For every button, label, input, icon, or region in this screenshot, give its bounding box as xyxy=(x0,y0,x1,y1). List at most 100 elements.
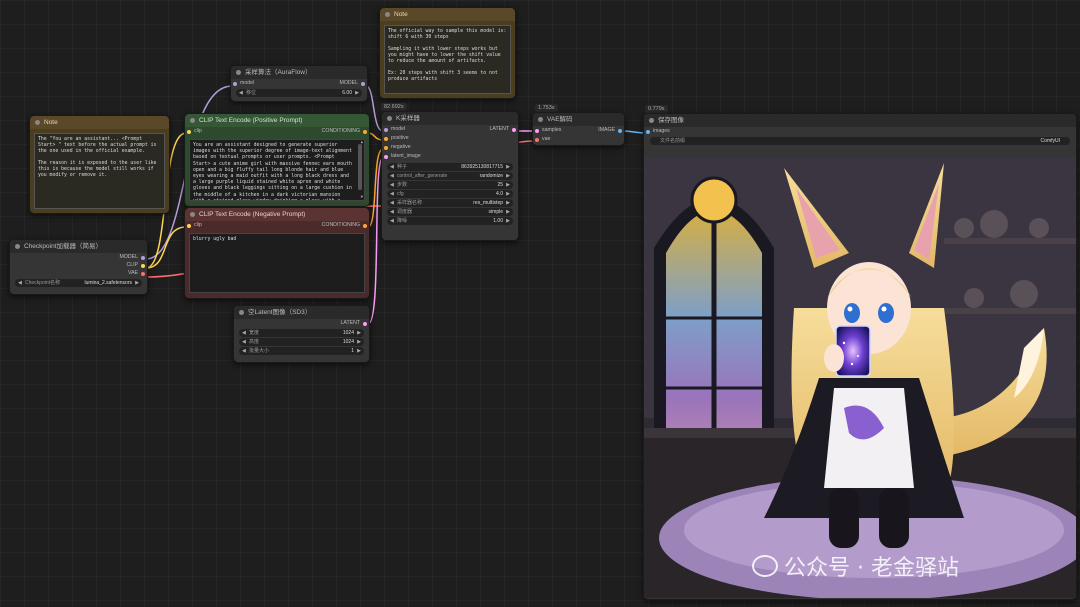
scheduler-widget[interactable]: ◀ 调度器 simple ▶ xyxy=(387,208,513,216)
note-text[interactable]: The "You are an assistant... <Prompt Sta… xyxy=(34,133,165,209)
denoise-widget[interactable]: ◀ 降噪 1.00 ▶ xyxy=(387,217,513,225)
output-dot[interactable] xyxy=(618,128,622,133)
left-arrow-icon[interactable]: ◀ xyxy=(390,163,394,171)
output-dot[interactable] xyxy=(512,127,516,132)
right-arrow-icon[interactable]: ▶ xyxy=(506,208,510,216)
note-node-1[interactable]: Note The "You are an assistant... <Promp… xyxy=(29,115,170,214)
input-vae[interactable]: vae xyxy=(533,135,624,144)
output-dot[interactable] xyxy=(363,321,367,326)
checkpoint-loader-node[interactable]: Checkpoint加载器（简易） MODEL CLIP VAE ◀ Check… xyxy=(9,239,148,295)
input-dot[interactable] xyxy=(384,127,388,132)
input-dot[interactable] xyxy=(535,137,539,142)
input-dot[interactable] xyxy=(384,136,388,141)
node-title[interactable]: 采样算法（AuraFlow） xyxy=(231,66,367,79)
io-clip[interactable]: clip CONDITIONING xyxy=(185,221,369,230)
right-arrow-icon[interactable]: ▶ xyxy=(506,190,510,198)
node-title[interactable]: K采样器 xyxy=(382,112,518,125)
right-arrow-icon[interactable]: ▶ xyxy=(506,199,510,207)
filename-prefix-field[interactable]: 文件名前缀 ComfyUI xyxy=(650,137,1070,145)
vae-decode-node[interactable]: VAE解码 samples IMAGE vae xyxy=(532,112,625,146)
left-arrow-icon[interactable]: ◀ xyxy=(242,347,246,355)
right-arrow-icon[interactable]: ▶ xyxy=(357,347,361,355)
left-arrow-icon[interactable]: ◀ xyxy=(242,329,246,337)
negative-prompt-textarea[interactable]: blurry ugly bad xyxy=(189,233,365,293)
left-arrow-icon[interactable]: ◀ xyxy=(390,172,394,180)
node-title[interactable]: 保存图像 xyxy=(644,114,1076,127)
checkpoint-name-combo[interactable]: ◀ Checkpoint名称 lumina_2.safetensors ▶ xyxy=(15,279,142,287)
io-model[interactable]: model MODEL xyxy=(231,79,367,88)
output-latent[interactable]: LATENT xyxy=(234,319,369,328)
output-dot[interactable] xyxy=(141,271,145,276)
right-arrow-icon[interactable]: ▶ xyxy=(135,279,139,287)
input-dot[interactable] xyxy=(535,128,539,133)
node-title[interactable]: VAE解码 xyxy=(533,113,624,126)
scroll-up-icon[interactable]: ▲ xyxy=(361,140,363,145)
input-dot[interactable] xyxy=(187,129,191,134)
width-widget[interactable]: ◀ 宽度 1024 ▶ xyxy=(239,329,364,337)
left-arrow-icon[interactable]: ◀ xyxy=(390,208,394,216)
input-latent-image[interactable]: latent_image xyxy=(382,152,518,161)
left-arrow-icon[interactable]: ◀ xyxy=(390,181,394,189)
output-dot[interactable] xyxy=(363,129,367,134)
left-arrow-icon[interactable]: ◀ xyxy=(390,190,394,198)
io-samples[interactable]: samples IMAGE xyxy=(533,126,624,135)
right-arrow-icon[interactable]: ▶ xyxy=(357,338,361,346)
height-widget[interactable]: ◀ 高度 1024 ▶ xyxy=(239,338,364,346)
output-label: CONDITIONING xyxy=(321,128,360,134)
input-label: negative xyxy=(391,144,411,150)
widget-value: 25 xyxy=(497,182,503,188)
wire-clip-neg xyxy=(145,226,187,269)
left-arrow-icon[interactable]: ◀ xyxy=(18,279,22,287)
steps-widget[interactable]: ◀ 步数 25 ▶ xyxy=(387,181,513,189)
sampling-auraflow-node[interactable]: 采样算法（AuraFlow） model MODEL ◀ 移位 6.00 ▶ xyxy=(230,65,368,102)
right-arrow-icon[interactable]: ▶ xyxy=(506,217,510,225)
clip-negative-node[interactable]: CLIP Text Encode (Negative Prompt) clip … xyxy=(184,207,370,299)
watermark: 公众号 · 老金驿站 xyxy=(752,550,959,582)
scroll-down-icon[interactable]: ▼ xyxy=(361,194,363,200)
note-node-2[interactable]: Note The official way to sample this mod… xyxy=(379,7,516,99)
input-dot[interactable] xyxy=(384,145,388,150)
output-dot[interactable] xyxy=(363,223,367,228)
output-vae[interactable]: VAE xyxy=(10,269,147,278)
sampler-name-widget[interactable]: ◀ 采样器名称 res_multistep ▶ xyxy=(387,199,513,207)
node-title[interactable]: CLIP Text Encode (Positive Prompt) xyxy=(185,114,369,127)
input-dot[interactable] xyxy=(187,223,191,228)
input-dot[interactable] xyxy=(646,129,650,134)
scrollbar[interactable] xyxy=(358,144,362,190)
cfg-widget[interactable]: ◀ cfg 4.0 ▶ xyxy=(387,190,513,198)
node-title[interactable]: 空Latent图像（SD3） xyxy=(234,306,369,319)
ksampler-node[interactable]: K采样器 model LATENT positive negative late… xyxy=(381,111,519,241)
clip-positive-node[interactable]: CLIP Text Encode (Positive Prompt) clip … xyxy=(184,113,370,207)
right-arrow-icon[interactable]: ▶ xyxy=(506,163,510,171)
left-arrow-icon[interactable]: ◀ xyxy=(390,217,394,225)
input-dot[interactable] xyxy=(384,154,388,159)
right-arrow-icon[interactable]: ▶ xyxy=(357,329,361,337)
control-after-generate-widget[interactable]: ◀ control_after_generate randomize ▶ xyxy=(387,172,513,180)
output-dot[interactable] xyxy=(141,263,145,268)
node-title[interactable]: Note xyxy=(380,8,515,21)
batch-size-widget[interactable]: ◀ 批量大小 1 ▶ xyxy=(239,347,364,355)
input-positive[interactable]: positive xyxy=(382,134,518,143)
output-dot[interactable] xyxy=(361,81,365,86)
left-arrow-icon[interactable]: ◀ xyxy=(242,338,246,346)
right-arrow-icon[interactable]: ▶ xyxy=(506,181,510,189)
left-arrow-icon[interactable]: ◀ xyxy=(239,89,243,97)
io-model[interactable]: model LATENT xyxy=(382,125,518,134)
right-arrow-icon[interactable]: ▶ xyxy=(355,89,359,97)
left-arrow-icon[interactable]: ◀ xyxy=(390,199,394,207)
node-title[interactable]: CLIP Text Encode (Negative Prompt) xyxy=(185,208,369,221)
input-dot[interactable] xyxy=(233,81,237,86)
note-text[interactable]: The official way to sample this model is… xyxy=(384,25,511,94)
input-negative[interactable]: negative xyxy=(382,143,518,152)
shift-number-widget[interactable]: ◀ 移位 6.00 ▶ xyxy=(236,89,362,97)
right-arrow-icon[interactable]: ▶ xyxy=(506,172,510,180)
positive-prompt-textarea[interactable]: You are an assistant designed to generat… xyxy=(189,139,365,201)
empty-latent-node[interactable]: 空Latent图像（SD3） LATENT ◀ 宽度 1024 ▶ ◀ 高度 1… xyxy=(233,305,370,363)
widget-label: control_after_generate xyxy=(397,173,448,179)
output-dot[interactable] xyxy=(141,255,145,260)
input-images[interactable]: images xyxy=(644,127,1076,136)
node-title[interactable]: Checkpoint加载器（简易） xyxy=(10,240,147,253)
node-title[interactable]: Note xyxy=(30,116,169,129)
seed-widget[interactable]: ◀ 种子 863925130817715 ▶ xyxy=(387,163,513,171)
io-clip[interactable]: clip CONDITIONING xyxy=(185,127,369,136)
